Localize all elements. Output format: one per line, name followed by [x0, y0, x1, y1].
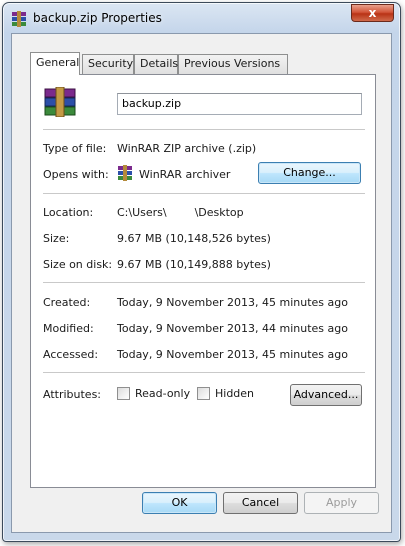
general-panel: backup.zip Type of file: WinRAR ZIP arch…: [30, 74, 376, 488]
accessed-label: Accessed:: [43, 348, 99, 361]
modified-value: Today, 9 November 2013, 44 minutes ago: [117, 322, 348, 335]
ok-button[interactable]: OK: [142, 492, 217, 514]
winrar-archive-icon: [12, 11, 26, 27]
divider: [43, 129, 365, 130]
hidden-checkbox[interactable]: Hidden: [197, 387, 254, 400]
winrar-archive-icon: [118, 165, 132, 181]
tab-details[interactable]: Details: [134, 54, 178, 74]
location-value: C:\Users\ \Desktop: [117, 206, 244, 219]
accessed-value: Today, 9 November 2013, 45 minutes ago: [117, 348, 348, 361]
tab-security[interactable]: Security: [82, 54, 134, 74]
type-label: Type of file:: [43, 142, 107, 155]
file-name-input[interactable]: backup.zip: [117, 93, 362, 115]
divider: [43, 193, 365, 194]
modified-label: Modified:: [43, 322, 94, 335]
apply-button[interactable]: Apply: [304, 492, 379, 514]
title-bar[interactable]: backup.zip Properties x: [3, 3, 400, 33]
hidden-label: Hidden: [215, 387, 255, 400]
close-button[interactable]: x: [351, 4, 394, 22]
size-on-disk-label: Size on disk:: [43, 258, 113, 271]
advanced-button[interactable]: Advanced...: [290, 384, 362, 406]
opens-with-label: Opens with:: [43, 168, 109, 181]
opens-with-value: WinRAR archiver: [139, 168, 231, 181]
cancel-button[interactable]: Cancel: [223, 492, 298, 514]
tab-general[interactable]: General: [30, 52, 80, 75]
winrar-archive-icon: [44, 87, 76, 117]
divider: [43, 282, 365, 283]
divider: [43, 372, 365, 373]
readonly-label: Read-only: [135, 387, 191, 400]
size-label: Size:: [43, 232, 70, 245]
readonly-checkbox[interactable]: Read-only: [117, 387, 190, 400]
created-value: Today, 9 November 2013, 45 minutes ago: [117, 296, 348, 309]
properties-window: backup.zip Properties x General Security…: [2, 2, 401, 542]
change-button[interactable]: Change...: [258, 162, 361, 184]
type-value: WinRAR ZIP archive (.zip): [117, 142, 257, 155]
checkbox-box[interactable]: [117, 387, 130, 400]
tab-previous-versions[interactable]: Previous Versions: [178, 54, 288, 74]
size-value: 9.67 MB (10,148,526 bytes): [117, 232, 271, 245]
location-label: Location:: [43, 206, 94, 219]
size-on-disk-value: 9.67 MB (10,149,888 bytes): [117, 258, 271, 271]
dialog-client: General Security Details Previous Versio…: [11, 33, 392, 533]
created-label: Created:: [43, 296, 91, 309]
window-title: backup.zip Properties: [33, 11, 162, 25]
checkbox-box[interactable]: [197, 387, 210, 400]
attributes-label: Attributes:: [43, 388, 102, 401]
